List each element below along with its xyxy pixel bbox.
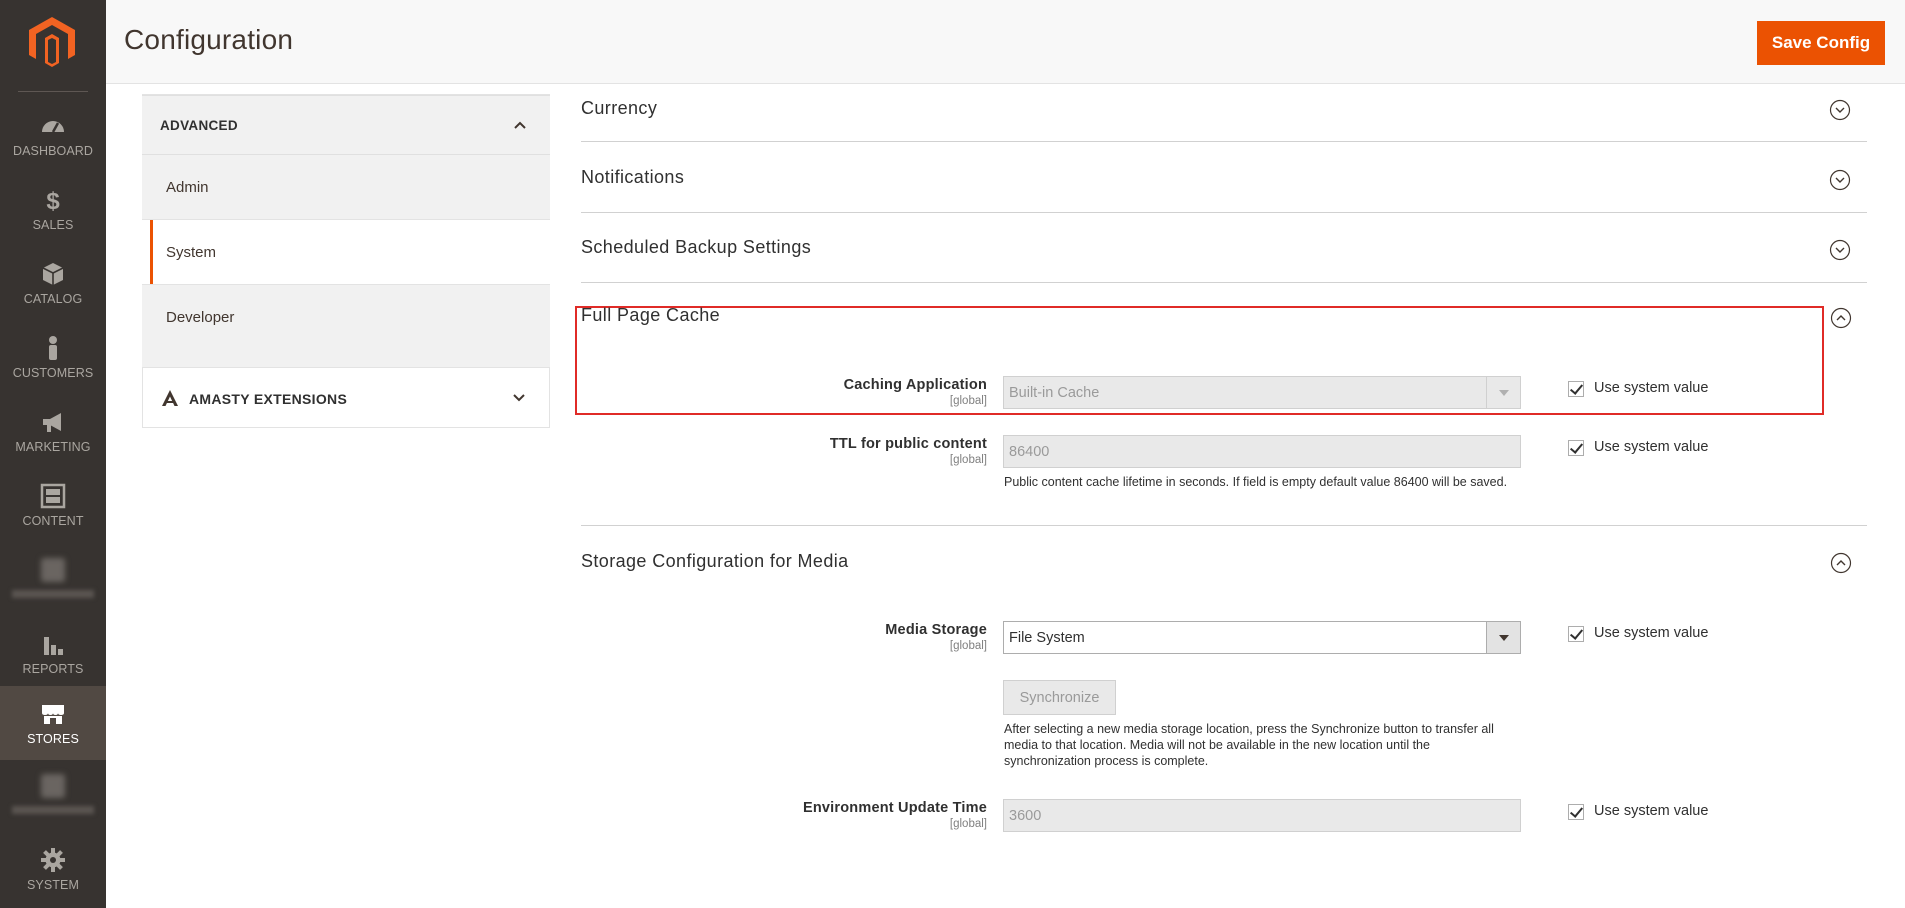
nav-item-label: CATALOG bbox=[23, 292, 83, 306]
section-media-divider bbox=[581, 456, 1867, 526]
tab-item-label: Admin bbox=[166, 179, 209, 196]
nav-item-blurred-2[interactable] bbox=[0, 760, 106, 834]
env-update-time-input[interactable]: 3600 bbox=[1003, 799, 1521, 832]
field-scope: [global] bbox=[949, 640, 987, 652]
blurred-icon bbox=[41, 558, 65, 582]
field-label: Environment Update Time bbox=[802, 800, 987, 816]
blurred-icon bbox=[41, 774, 65, 798]
checkbox-label: Use system value bbox=[1594, 625, 1709, 641]
bar-chart-icon bbox=[44, 637, 63, 655]
nav-item-blurred-1[interactable] bbox=[0, 544, 106, 618]
dropdown-arrow-icon bbox=[1486, 377, 1520, 408]
tab-item-label: System bbox=[166, 244, 217, 261]
field-scope: [global] bbox=[949, 818, 987, 830]
collapse-icon[interactable] bbox=[1830, 552, 1852, 574]
nav-item-label: CONTENT bbox=[22, 514, 84, 528]
amasty-logo-icon bbox=[162, 390, 178, 406]
note-line: After selecting a new media storage loca… bbox=[1004, 722, 1494, 736]
nav-item-reports[interactable]: REPORTS bbox=[0, 618, 106, 692]
env-update-time-label: Environment Update Time [global] bbox=[587, 800, 987, 830]
section-notifications[interactable]: Notifications bbox=[581, 143, 1867, 213]
svg-text:$: $ bbox=[46, 188, 60, 213]
nav-item-label: STORES bbox=[27, 732, 79, 746]
section-title: Currency bbox=[581, 98, 658, 118]
select-value: File System bbox=[1009, 630, 1085, 646]
blurred-label bbox=[12, 590, 94, 598]
store-icon bbox=[42, 705, 64, 724]
nav-item-label: SYSTEM bbox=[27, 878, 79, 892]
caching-application-label: Caching Application [global] bbox=[587, 377, 987, 407]
checkbox-checked[interactable] bbox=[1568, 804, 1584, 820]
media-storage-select[interactable]: File System bbox=[1003, 621, 1521, 654]
field-label: Media Storage bbox=[885, 622, 987, 638]
cube-icon bbox=[42, 263, 64, 285]
select-value: Built-in Cache bbox=[1009, 385, 1100, 401]
caching-application-select[interactable]: Built-in Cache bbox=[1003, 376, 1521, 409]
nav-item-system[interactable]: SYSTEM bbox=[0, 834, 106, 908]
tab-group-advanced[interactable]: ADVANCED bbox=[142, 95, 550, 155]
dollar-icon: $ bbox=[46, 188, 60, 213]
nav-item-catalog[interactable]: CATALOG bbox=[0, 248, 106, 322]
expand-icon[interactable] bbox=[1829, 169, 1851, 191]
nav-item-label: SALES bbox=[32, 218, 74, 232]
person-icon bbox=[49, 336, 57, 360]
nav-item-label: MARKETING bbox=[15, 440, 91, 454]
tab-item-developer[interactable]: Developer bbox=[142, 285, 550, 368]
nav-item-marketing[interactable]: MARKETING bbox=[0, 396, 106, 470]
config-tabs: ADVANCED Admin System Developer AMASTY E… bbox=[142, 95, 550, 428]
expand-icon[interactable] bbox=[1829, 239, 1851, 261]
checkbox-label: Use system value bbox=[1594, 439, 1709, 455]
nav-item-sales[interactable]: $ SALES bbox=[0, 174, 106, 248]
tab-group-amasty[interactable]: AMASTY EXTENSIONS bbox=[142, 368, 550, 428]
page-title: Configuration bbox=[124, 24, 294, 55]
checkbox-label: Use system value bbox=[1594, 380, 1709, 396]
nav-item-stores[interactable]: STORES bbox=[0, 686, 106, 760]
section-title: Scheduled Backup Settings bbox=[581, 237, 812, 257]
nav-item-content[interactable]: CONTENT bbox=[0, 470, 106, 544]
tab-item-label: Developer bbox=[166, 309, 235, 326]
field-scope: [global] bbox=[949, 395, 987, 407]
nav-item-label: DASHBOARD bbox=[12, 144, 94, 158]
media-storage-label: Media Storage [global] bbox=[587, 622, 987, 652]
dropdown-arrow-icon bbox=[1486, 622, 1520, 653]
section-title-full-page-cache[interactable]: Full Page Cache bbox=[581, 305, 720, 326]
section-scheduled-backup[interactable]: Scheduled Backup Settings bbox=[581, 213, 1867, 283]
checkbox-checked[interactable] bbox=[1568, 381, 1584, 397]
checkbox-checked[interactable] bbox=[1568, 626, 1584, 642]
dashboard-icon bbox=[42, 121, 64, 133]
field-label: Caching Application bbox=[843, 377, 987, 393]
magento-logo[interactable] bbox=[29, 17, 75, 67]
expand-icon[interactable] bbox=[1829, 99, 1851, 121]
nav-item-label: REPORTS bbox=[22, 662, 84, 676]
synchronize-button[interactable]: Synchronize bbox=[1003, 680, 1116, 715]
tab-item-admin[interactable]: Admin bbox=[142, 155, 550, 220]
collapse-icon[interactable] bbox=[1830, 307, 1852, 329]
nav-item-dashboard[interactable]: DASHBOARD bbox=[0, 100, 106, 174]
note-line: synchronization process is complete. bbox=[1004, 754, 1209, 768]
tab-group-title: ADVANCED bbox=[160, 118, 238, 133]
tab-item-system[interactable]: System bbox=[142, 220, 550, 285]
checkbox-checked[interactable] bbox=[1568, 440, 1584, 456]
tab-group-title: AMASTY EXTENSIONS bbox=[189, 391, 348, 407]
nav-divider bbox=[18, 91, 88, 92]
sync-note: After selecting a new media storage loca… bbox=[1004, 721, 1494, 769]
megaphone-icon bbox=[43, 413, 61, 432]
admin-nav: DASHBOARD $ SALES CATALOG CUSTOMERS MARK… bbox=[0, 0, 106, 908]
blurred-label bbox=[12, 806, 94, 814]
nav-item-customers[interactable]: CUSTOMERS bbox=[0, 322, 106, 396]
save-config-button[interactable]: Save Config bbox=[1757, 21, 1885, 65]
input-value: 3600 bbox=[1009, 808, 1042, 824]
content-icon bbox=[40, 483, 66, 509]
section-title-media-storage[interactable]: Storage Configuration for Media bbox=[581, 551, 849, 572]
checkbox-label: Use system value bbox=[1594, 803, 1709, 819]
gear-icon bbox=[41, 848, 65, 872]
section-currency[interactable]: Currency bbox=[581, 72, 1867, 142]
note-line: media to that location. Media will not b… bbox=[1004, 738, 1430, 752]
section-title: Notifications bbox=[581, 167, 685, 187]
chevron-down-icon bbox=[513, 394, 525, 402]
chevron-up-icon bbox=[514, 121, 526, 129]
nav-item-label: CUSTOMERS bbox=[12, 366, 94, 380]
field-label: TTL for public content bbox=[829, 436, 987, 452]
